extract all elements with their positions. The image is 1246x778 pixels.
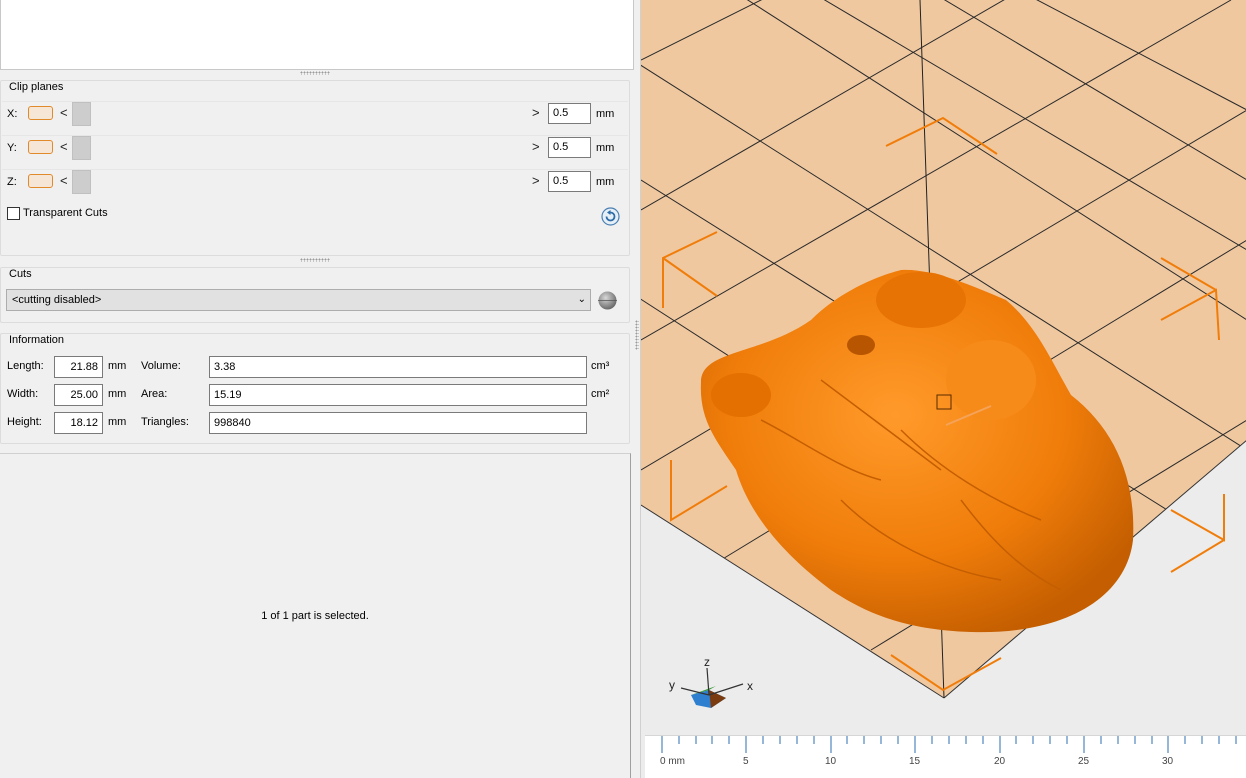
width-unit: mm xyxy=(108,388,127,400)
slider-y-thumb[interactable] xyxy=(72,136,91,160)
slider-right-arrow[interactable]: > xyxy=(532,106,540,119)
selection-status: 1 of 1 part is selected. xyxy=(261,610,369,622)
length-unit: mm xyxy=(108,360,127,372)
clip-z-input[interactable]: 0.5 xyxy=(548,171,591,192)
slider-right-arrow[interactable]: > xyxy=(532,174,540,187)
ruler-label: 20 xyxy=(994,756,1006,767)
ruler-label: 25 xyxy=(1078,756,1090,767)
clip-row-y: Y: < > 0.5 mm xyxy=(2,135,628,161)
ruler-label: 30 xyxy=(1162,756,1174,767)
height-field[interactable]: 18.12 xyxy=(54,412,103,434)
axis-y-label: y xyxy=(669,678,675,692)
ruler-label: 0 mm xyxy=(660,756,685,767)
height-unit: mm xyxy=(108,416,127,428)
cuts-title: Cuts xyxy=(6,268,35,280)
clip-x-unit: mm xyxy=(596,108,615,120)
area-field[interactable]: 15.19 xyxy=(209,384,587,406)
viewport-scene: z y x xyxy=(641,0,1246,708)
ruler-label: 5 xyxy=(743,756,749,767)
slider-z-thumb[interactable] xyxy=(72,170,91,194)
slider-left-arrow[interactable]: < xyxy=(60,174,68,187)
clip-row-z: Z: < > 0.5 mm xyxy=(2,169,628,195)
triangles-field[interactable]: 998840 xyxy=(209,412,587,434)
slider-left-arrow[interactable]: < xyxy=(60,106,68,119)
reset-icon[interactable] xyxy=(601,207,620,226)
axis-label-x: X: xyxy=(7,108,18,120)
chevron-down-icon: ⌄ xyxy=(577,294,586,305)
clip-y-input[interactable]: 0.5 xyxy=(548,137,591,158)
width-label: Width: xyxy=(7,388,39,400)
clip-z-unit: mm xyxy=(596,176,615,188)
triangles-label: Triangles: xyxy=(141,416,189,428)
length-label: Length: xyxy=(7,360,44,372)
slider-right-arrow[interactable]: > xyxy=(532,140,540,153)
clip-row-x: X: < > 0.5 mm xyxy=(2,101,628,127)
cuts-select[interactable]: <cutting disabled> ⌄ xyxy=(6,289,591,311)
vertical-splitter-grip[interactable] xyxy=(635,320,639,350)
height-label: Height: xyxy=(7,416,42,428)
volume-field[interactable]: 3.38 xyxy=(209,356,587,378)
ruler-label: 10 xyxy=(825,756,837,767)
information-title: Information xyxy=(6,334,68,346)
slider-x-thumb[interactable] xyxy=(72,102,91,126)
volume-unit: cm³ xyxy=(591,360,610,372)
axis-gizmo xyxy=(680,667,744,708)
area-label: Area: xyxy=(141,388,168,400)
preview-area xyxy=(0,0,634,70)
axis-label-z: Z: xyxy=(7,176,17,188)
viewport-3d[interactable]: z y x xyxy=(640,0,1246,778)
volume-label: Volume: xyxy=(141,360,181,372)
selection-panel: 1 of 1 part is selected. xyxy=(0,453,631,778)
axis-x-label: x xyxy=(747,679,753,693)
left-panel: Clip planes X: < > 0.5 mm Y: < > 0.5 mm … xyxy=(0,0,639,778)
clip-y-unit: mm xyxy=(596,142,615,154)
splitter-grip[interactable] xyxy=(300,71,330,75)
splitter-grip[interactable] xyxy=(300,258,330,262)
cut-sphere-icon[interactable] xyxy=(596,289,619,312)
plane-z-button[interactable] xyxy=(28,174,53,188)
ruler-label: 15 xyxy=(909,756,921,767)
ruler-ticks xyxy=(661,736,1237,753)
cuts-select-value: <cutting disabled> xyxy=(12,294,102,306)
axis-z-label: z xyxy=(704,655,710,669)
length-field[interactable]: 21.88 xyxy=(54,356,103,378)
clip-x-input[interactable]: 0.5 xyxy=(548,103,591,124)
transparent-cuts-label[interactable]: Transparent Cuts xyxy=(23,207,108,219)
plane-y-button[interactable] xyxy=(28,140,53,154)
ruler: 0 mm 5 10 15 20 25 30 xyxy=(645,735,1246,778)
clip-planes-title: Clip planes xyxy=(6,81,67,93)
axis-label-y: Y: xyxy=(7,142,17,154)
transparent-cuts-checkbox[interactable] xyxy=(7,207,20,220)
slider-left-arrow[interactable]: < xyxy=(60,140,68,153)
plane-x-button[interactable] xyxy=(28,106,53,120)
area-unit: cm² xyxy=(591,388,610,400)
width-field[interactable]: 25.00 xyxy=(54,384,103,406)
